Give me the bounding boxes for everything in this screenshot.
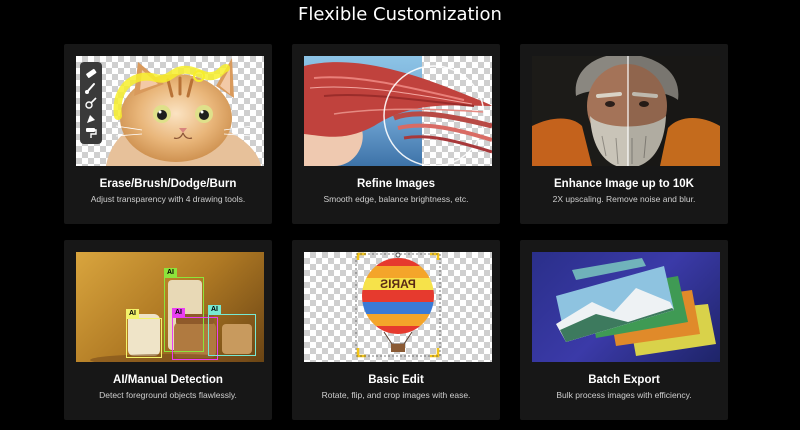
products-thumbnail: AI AI AI AI <box>76 252 264 362</box>
ai-detection-tag: AI <box>172 308 185 317</box>
detection-box <box>208 314 256 356</box>
cat-thumbnail <box>76 56 264 166</box>
card-description: Adjust transparency with 4 drawing tools… <box>90 194 246 204</box>
page-title: Flexible Customization <box>298 4 502 25</box>
drawing-tool-palette <box>80 62 102 144</box>
stacked-photos-thumbnail <box>532 252 720 362</box>
portrait-thumbnail <box>532 56 720 166</box>
card-title: Batch Export <box>588 374 660 386</box>
card-description: Detect foreground objects flawlessly. <box>99 390 237 400</box>
card-description: Rotate, flip, and crop images with ease. <box>321 390 471 400</box>
paint-roller-icon[interactable] <box>84 126 98 140</box>
balloon-text: PARIS <box>380 277 416 291</box>
ai-detection-tag: AI <box>208 305 221 314</box>
card-description: 2X upscaling. Remove noise and blur. <box>552 194 696 204</box>
eraser-icon[interactable] <box>84 66 98 80</box>
dodge-icon[interactable] <box>84 96 98 110</box>
card-title: Refine Images <box>357 178 435 190</box>
card-title: Enhance Image up to 10K <box>554 178 694 190</box>
ai-detection-tag: AI <box>126 309 139 318</box>
feature-card-batch-export[interactable]: Batch Export Bulk process images with ef… <box>520 240 728 420</box>
balloon-thumbnail: PARIS <box>304 252 492 362</box>
card-description: Bulk process images with efficiency. <box>556 390 692 400</box>
feature-card-enhance-image[interactable]: Enhance Image up to 10K 2X upscaling. Re… <box>520 44 728 224</box>
detection-box <box>126 318 162 358</box>
card-title: Basic Edit <box>368 374 424 386</box>
card-title: AI/Manual Detection <box>113 374 223 386</box>
hair-thumbnail <box>304 56 492 166</box>
feature-card-refine-images[interactable]: Refine Images Smooth edge, balance brigh… <box>292 44 500 224</box>
card-title: Erase/Brush/Dodge/Burn <box>99 178 237 190</box>
ai-detection-tag: AI <box>164 268 177 277</box>
card-description: Smooth edge, balance brightness, etc. <box>323 194 469 204</box>
feature-card-erase-brush[interactable]: Erase/Brush/Dodge/Burn Adjust transparen… <box>64 44 272 224</box>
feature-card-basic-edit[interactable]: PARIS Basic Edit Rotate, flip, and crop … <box>292 240 500 420</box>
brush-icon[interactable] <box>84 81 98 95</box>
burn-icon[interactable] <box>84 111 98 125</box>
feature-card-detection[interactable]: AI AI AI AI AI/Manual Detection Detect f… <box>64 240 272 420</box>
